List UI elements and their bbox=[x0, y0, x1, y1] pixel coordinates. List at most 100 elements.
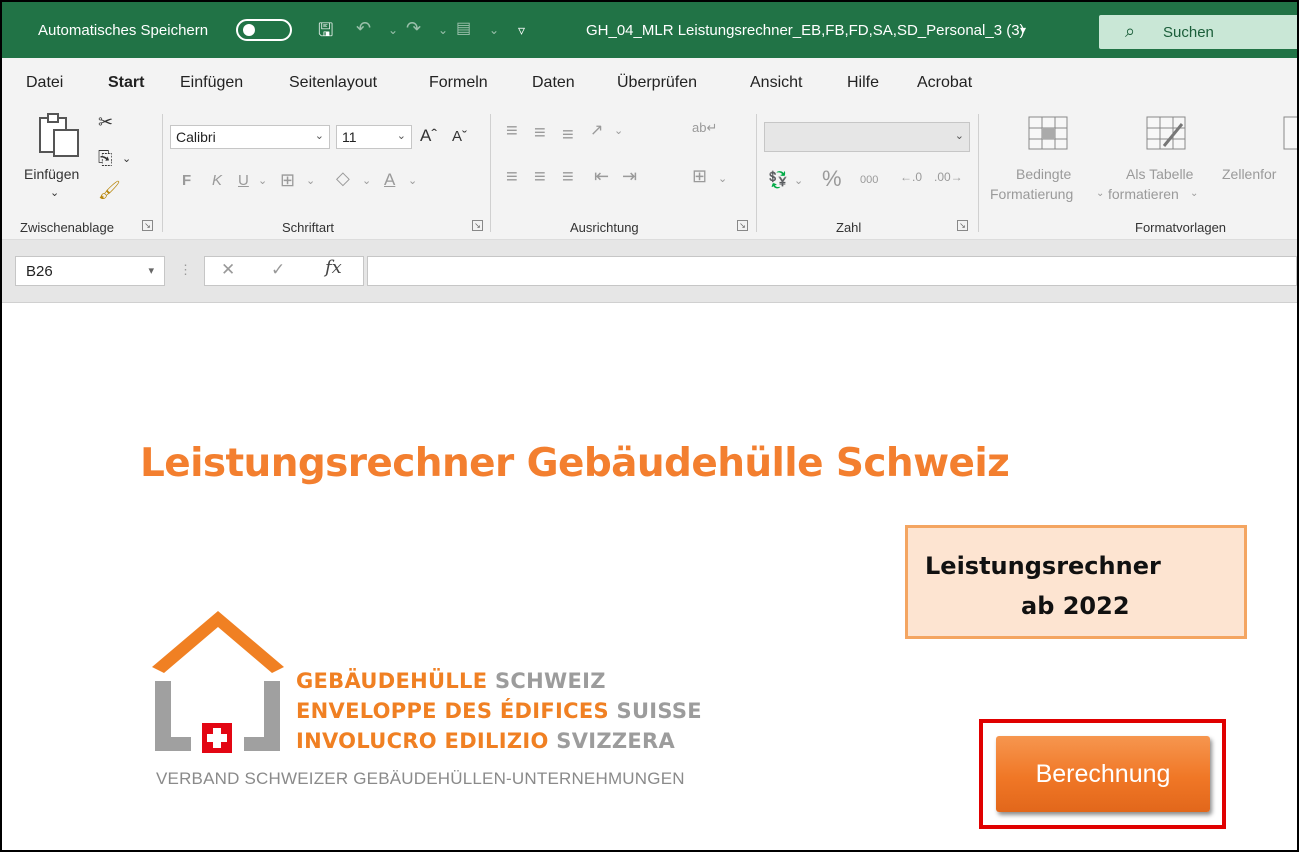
highlight-frame: Berechnung bbox=[979, 719, 1226, 829]
paste-dropdown-icon: ⌄ bbox=[50, 187, 60, 199]
autosave-toggle[interactable] bbox=[236, 19, 292, 41]
number-launcher-icon[interactable]: ↘ bbox=[957, 220, 968, 231]
chevron-down-icon: ⌄ bbox=[954, 130, 964, 142]
logo-line1-orange: GEBÄUDEHÜLLE bbox=[296, 669, 488, 693]
orientation-dropdown-icon[interactable]: ⌄ bbox=[614, 124, 623, 137]
copy-icon[interactable]: ⎘ bbox=[98, 148, 112, 169]
logo-line3-orange: INVOLUCRO EDILIZIO bbox=[296, 729, 549, 753]
undo-dropdown-icon[interactable]: ⌄ bbox=[388, 23, 398, 37]
table-line1: Als Tabelle bbox=[1126, 166, 1194, 182]
cut-icon[interactable]: ✂ bbox=[98, 112, 113, 133]
logo-line2-gray: SUISSE bbox=[616, 699, 702, 723]
tab-daten[interactable]: Daten bbox=[532, 74, 575, 92]
redo-dropdown-icon[interactable]: ⌄ bbox=[438, 23, 448, 37]
format-painter-icon[interactable]: 🖌 bbox=[98, 180, 121, 201]
font-color-icon[interactable]: A bbox=[384, 170, 395, 190]
tab-hilfe[interactable]: Hilfe bbox=[847, 74, 879, 92]
doc-dropdown-icon[interactable]: ▾ bbox=[1020, 23, 1026, 37]
font-size-combo[interactable]: 11 ⌄ bbox=[336, 125, 412, 149]
tab-ansicht[interactable]: Ansicht bbox=[750, 74, 802, 92]
document-title[interactable]: GH_04_MLR Leistungsrechner_EB,FB,FD,SA,S… bbox=[586, 22, 1025, 39]
font-name-combo[interactable]: Calibri ⌄ bbox=[170, 125, 330, 149]
association-name: VERBAND SCHWEIZER GEBÄUDEHÜLLEN-UNTERNEH… bbox=[156, 769, 685, 788]
decrease-decimal-icon[interactable]: .00→ bbox=[934, 170, 963, 184]
align-bottom-icon[interactable]: ≡ bbox=[562, 124, 574, 147]
form-icon[interactable]: ▤ bbox=[456, 18, 471, 38]
shrink-font-icon[interactable]: Aˇ bbox=[452, 128, 467, 145]
berechnung-button[interactable]: Berechnung bbox=[996, 736, 1210, 812]
borders-dropdown-icon[interactable]: ⌄ bbox=[306, 174, 315, 187]
tab-acrobat[interactable]: Acrobat bbox=[917, 74, 972, 92]
tab-einfuegen[interactable]: Einfügen bbox=[180, 74, 243, 92]
fill-color-icon[interactable]: ◇ bbox=[336, 168, 350, 189]
separator bbox=[978, 114, 979, 232]
number-format-combo[interactable]: ⌄ bbox=[764, 122, 970, 152]
formula-input[interactable] bbox=[367, 256, 1297, 286]
bold-button[interactable]: F bbox=[182, 172, 191, 189]
clipboard-launcher-icon[interactable]: ↘ bbox=[142, 220, 153, 231]
chevron-down-icon: ⌄ bbox=[314, 130, 324, 142]
house-logo-icon bbox=[152, 611, 284, 753]
borders-icon[interactable]: ⊞ bbox=[280, 170, 295, 191]
customize-qat-icon[interactable]: ▿ bbox=[518, 22, 525, 39]
tab-datei[interactable]: Datei bbox=[26, 74, 63, 92]
paste-label: Einfügen bbox=[24, 166, 80, 182]
insert-function-icon[interactable]: fx bbox=[325, 257, 342, 278]
thousands-separator-icon[interactable]: 000 bbox=[860, 174, 878, 186]
tab-formeln[interactable]: Formeln bbox=[429, 74, 488, 92]
separator bbox=[162, 114, 163, 232]
save-icon[interactable]: 🖫 bbox=[318, 18, 333, 48]
form-dropdown-icon[interactable]: ⌄ bbox=[489, 23, 499, 37]
logo-line3-gray: SVIZZERA bbox=[556, 729, 676, 753]
worksheet[interactable]: Leistungsrechner Gebäudehülle Schweiz Le… bbox=[2, 302, 1297, 850]
increase-indent-icon[interactable]: ⇥ bbox=[622, 166, 637, 187]
copy-dropdown-icon[interactable]: ⌄ bbox=[122, 152, 131, 165]
underline-dropdown-icon[interactable]: ⌄ bbox=[258, 174, 267, 187]
orientation-icon[interactable]: ↗ bbox=[590, 120, 603, 140]
conditional-formatting-icon bbox=[1028, 116, 1068, 150]
percent-style-icon[interactable]: % bbox=[822, 166, 842, 192]
decrease-indent-icon[interactable]: ⇤ bbox=[594, 166, 609, 187]
align-left-icon[interactable]: ≡ bbox=[506, 166, 518, 189]
search-icon: ⌕ bbox=[1125, 21, 1136, 41]
chevron-down-icon: ⌄ bbox=[1190, 188, 1199, 199]
cell-reference: B26 bbox=[26, 263, 53, 280]
ribbon: Einfügen ⌄ ✂ ⎘ ⌄ 🖌 Zwischenablage ↘ Cali… bbox=[2, 100, 1297, 240]
cell-styles-label: Zellenfor bbox=[1222, 166, 1277, 182]
redo-icon[interactable]: ↷ bbox=[406, 18, 421, 39]
merge-center-icon[interactable]: ⊞ bbox=[692, 166, 707, 187]
tab-ueberpruefen[interactable]: Überprüfen bbox=[617, 74, 697, 92]
separator bbox=[490, 114, 491, 232]
italic-button[interactable]: K bbox=[212, 172, 222, 189]
name-box[interactable]: B26 ▾ bbox=[15, 256, 165, 286]
wrap-text-icon[interactable]: ab↵ bbox=[692, 120, 717, 136]
styles-group-label: Formatvorlagen bbox=[1135, 220, 1227, 235]
search-label: Suchen bbox=[1163, 24, 1214, 41]
font-group-label: Schriftart bbox=[282, 220, 335, 235]
chevron-down-icon: ⌄ bbox=[1096, 188, 1105, 199]
font-launcher-icon[interactable]: ↘ bbox=[472, 220, 483, 231]
tab-seitenlayout[interactable]: Seitenlayout bbox=[289, 74, 377, 92]
enter-icon[interactable]: ✓ bbox=[271, 260, 285, 280]
align-right-icon[interactable]: ≡ bbox=[562, 166, 574, 189]
increase-decimal-icon[interactable]: ←.0 bbox=[900, 170, 922, 184]
accounting-format-icon[interactable]: 💱 bbox=[768, 170, 788, 190]
fill-color-dropdown-icon[interactable]: ⌄ bbox=[362, 174, 371, 187]
cancel-icon[interactable]: ✕ bbox=[221, 260, 235, 280]
info-box: Leistungsrechner ab 2022 bbox=[905, 525, 1247, 639]
alignment-launcher-icon[interactable]: ↘ bbox=[737, 220, 748, 231]
grow-font-icon[interactable]: Aˆ bbox=[420, 126, 437, 146]
undo-icon[interactable]: ↶ bbox=[356, 18, 371, 39]
underline-button[interactable]: U bbox=[238, 172, 249, 189]
accounting-dropdown-icon[interactable]: ⌄ bbox=[794, 174, 803, 187]
merge-dropdown-icon[interactable]: ⌄ bbox=[718, 172, 727, 185]
align-top-icon[interactable]: ≡ bbox=[506, 120, 518, 143]
chevron-down-icon: ⌄ bbox=[396, 130, 406, 142]
align-middle-icon[interactable]: ≡ bbox=[534, 122, 546, 145]
tab-start[interactable]: Start bbox=[108, 74, 145, 103]
align-center-icon[interactable]: ≡ bbox=[534, 166, 546, 189]
search-box[interactable]: ⌕ Suchen bbox=[1099, 15, 1297, 49]
drag-handle-icon[interactable]: ⋮ bbox=[179, 262, 192, 278]
font-color-dropdown-icon[interactable]: ⌄ bbox=[408, 174, 417, 187]
logo-line2-orange: ENVELOPPE DES ÉDIFICES bbox=[296, 699, 609, 723]
